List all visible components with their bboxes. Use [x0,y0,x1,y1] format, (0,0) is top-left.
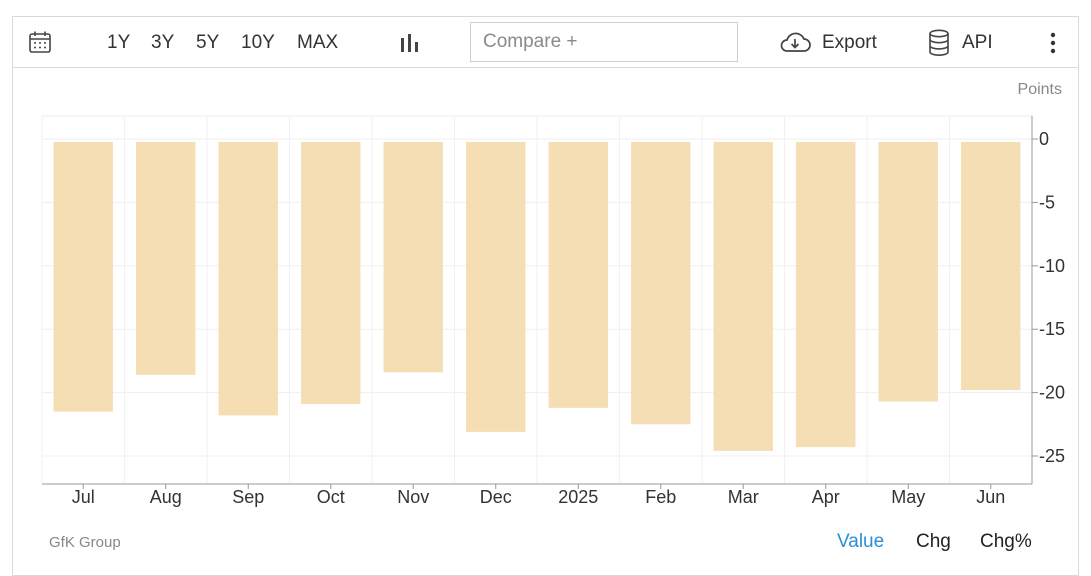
bar-oct[interactable] [301,142,361,405]
x-tick-label: Jul [72,487,95,507]
x-tick-label: Mar [728,487,759,507]
x-tick-label: Aug [150,487,182,507]
bar-may[interactable] [878,142,938,402]
y-tick-label: -15 [1039,319,1065,339]
x-tick-label: Sep [232,487,264,507]
bar-jun[interactable] [961,142,1021,391]
bar-dec[interactable] [466,142,526,432]
y-tick-label: -5 [1039,192,1055,212]
y-tick-label: -20 [1039,383,1065,403]
x-tick-label: May [891,487,925,507]
x-tick-label: Dec [480,487,512,507]
y-tick-label: -25 [1039,446,1065,466]
bar-jul[interactable] [53,142,113,412]
y-tick-label: 0 [1039,129,1049,149]
source-label: GfK Group [49,534,121,551]
tab-chg[interactable]: Chg [916,531,951,553]
bar-sep[interactable] [218,142,278,416]
x-tick-label: Oct [317,487,345,507]
x-tick-label: Apr [812,487,840,507]
bar-mar[interactable] [713,142,773,451]
tab-value[interactable]: Value [837,531,884,553]
x-tick-label: Feb [645,487,676,507]
bar-2025[interactable] [548,142,608,408]
bar-apr[interactable] [796,142,856,448]
y-tick-label: -10 [1039,256,1065,276]
x-tick-label: 2025 [558,487,598,507]
bar-nov[interactable] [383,142,443,373]
bar-chart: 0 -5 -10 -15 -20 -25 Jul Aug Sep Oct Nov Dec 2025 Feb… [41,115,1065,507]
x-tick-label: Nov [397,487,429,507]
bar-aug[interactable] [136,142,196,375]
tab-chg-percent[interactable]: Chg% [980,531,1032,553]
x-tick-label: Jun [976,487,1005,507]
bar-feb[interactable] [631,142,691,425]
